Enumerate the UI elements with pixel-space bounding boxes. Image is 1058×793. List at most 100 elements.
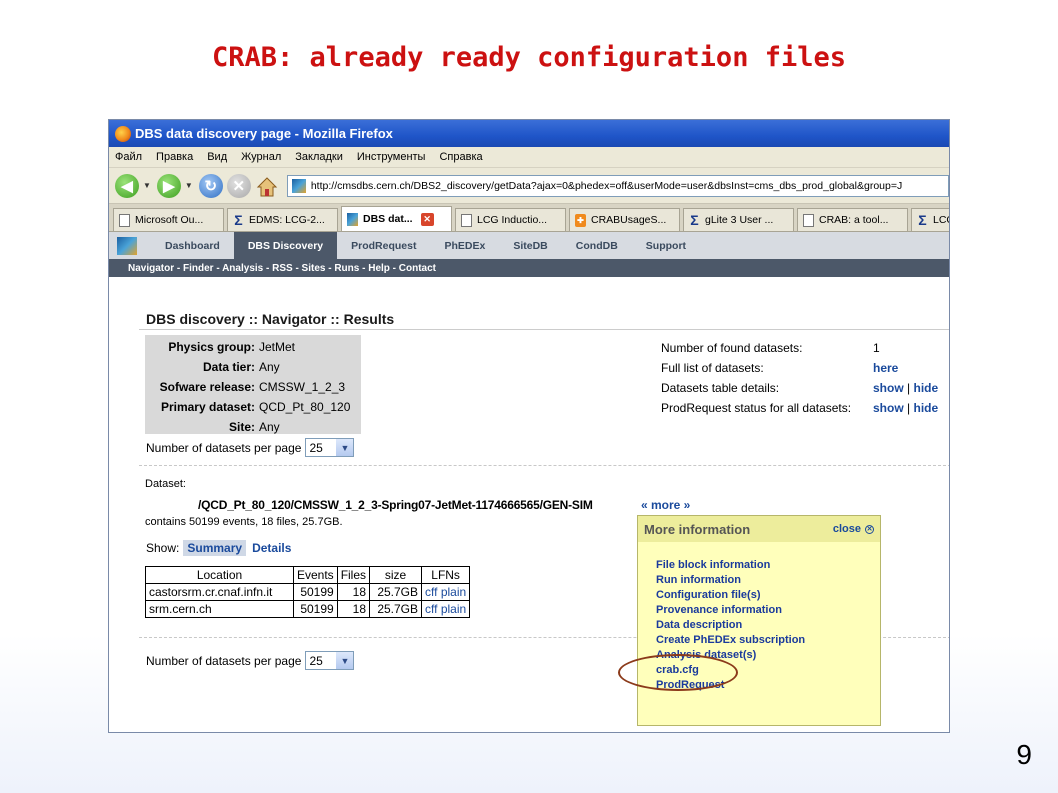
- param-label: Data tier:: [202, 360, 255, 374]
- sigma-icon: Σ: [234, 212, 243, 228]
- found-value: 1: [873, 341, 880, 355]
- nav-conddb[interactable]: CondDB: [562, 232, 632, 259]
- tab-label: EDMS: LCG-2...: [249, 214, 325, 226]
- per-page-value: 25: [309, 653, 323, 668]
- nav-phedex[interactable]: PhEDEx: [430, 232, 499, 259]
- per-page-select[interactable]: 25 ▼: [305, 651, 355, 670]
- slide-title: CRAB: already ready configuration files: [212, 42, 846, 73]
- close-icon[interactable]: ✕: [865, 524, 874, 534]
- summary-tab[interactable]: Summary: [183, 540, 247, 556]
- menu-bar: Файл Правка Вид Журнал Закладки Инструме…: [109, 147, 949, 168]
- per-page-label: Number of datasets per page: [146, 653, 302, 668]
- tab-glite[interactable]: ΣgLite 3 User ...: [683, 208, 794, 231]
- firefox-icon: [115, 125, 131, 142]
- menu-history[interactable]: Журнал: [241, 151, 281, 163]
- menu-item-file-block[interactable]: File block information: [656, 558, 805, 573]
- chevron-down-icon[interactable]: ▼: [336, 652, 354, 669]
- nav-dbs-discovery[interactable]: DBS Discovery: [233, 232, 338, 259]
- menu-item-prodrequest[interactable]: ProdRequest: [656, 678, 805, 693]
- forward-dropdown-icon[interactable]: ▼: [185, 181, 193, 190]
- param-label: Physics group:: [168, 340, 255, 354]
- tab-label: CRABUsageS...: [591, 214, 667, 226]
- nav-sitedb[interactable]: SiteDB: [499, 232, 561, 259]
- menu-item-provenance[interactable]: Provenance information: [656, 603, 805, 618]
- menu-item-crab-cfg[interactable]: crab.cfg: [656, 663, 805, 678]
- table-details-toggle: show | hide: [873, 381, 938, 395]
- close-tab-icon[interactable]: ✕: [420, 212, 434, 226]
- nav-support[interactable]: Support: [632, 232, 700, 259]
- per-page-select[interactable]: 25 ▼: [305, 438, 355, 457]
- location-cell: castorsrm.cr.cnaf.infn.it: [145, 583, 294, 601]
- nav-dashboard[interactable]: Dashboard: [151, 232, 234, 259]
- param-value: CMSSW_1_2_3: [259, 380, 346, 394]
- address-bar[interactable]: http://cmsdbs.cern.ch/DBS2_discovery/get…: [286, 174, 949, 197]
- popup-close-button[interactable]: close ✕: [833, 523, 874, 535]
- param-label: Primary dataset:: [160, 400, 255, 414]
- menu-item-phedex-subscription[interactable]: Create PhEDEx subscription: [656, 633, 805, 648]
- menu-tools[interactable]: Инструменты: [357, 151, 426, 163]
- dbs-icon: [347, 212, 358, 226]
- menu-file[interactable]: Файл: [115, 151, 142, 163]
- sub-navigation[interactable]: Navigator - Finder - Analysis - RSS - Si…: [109, 259, 949, 277]
- lfns-links[interactable]: cff plain: [421, 583, 471, 601]
- home-icon[interactable]: [255, 174, 279, 198]
- dataset-summary-text: contains 50199 events, 18 files, 25.7GB.: [145, 516, 343, 528]
- tab-crab-tool[interactable]: CRAB: a tool...: [797, 208, 908, 231]
- back-dropdown-icon[interactable]: ▼: [143, 181, 151, 190]
- menu-item-config-files[interactable]: Configuration file(s): [656, 588, 805, 603]
- tab-dbs-active[interactable]: DBS dat... ✕: [341, 206, 452, 231]
- hide-link[interactable]: hide: [913, 401, 938, 415]
- column-header: Files: [336, 566, 371, 584]
- lfns-links[interactable]: cff plain: [421, 600, 471, 618]
- locations-table: Location Events Files size LFNs castorsr…: [145, 566, 471, 618]
- menu-item-run-info[interactable]: Run information: [656, 573, 805, 588]
- menu-bookmarks[interactable]: Закладки: [295, 151, 343, 163]
- table-header-row: Location Events Files size LFNs: [145, 566, 471, 584]
- url-text: http://cmsdbs.cern.ch/DBS2_discovery/get…: [310, 179, 903, 192]
- back-arrow-icon[interactable]: ◀: [115, 173, 139, 198]
- tab-label: DBS dat...: [363, 213, 413, 225]
- more-link[interactable]: « more »: [641, 498, 690, 512]
- tab-lcg[interactable]: Σ LCG: [911, 208, 949, 231]
- window-title: DBS data discovery page - Mozilla Firefo…: [135, 126, 393, 141]
- menu-view[interactable]: Вид: [207, 151, 227, 163]
- popup-title: More information: [644, 521, 751, 537]
- dataset-name: /QCD_Pt_80_120/CMSSW_1_2_3-Spring07-JetM…: [198, 498, 593, 512]
- datasets-per-page-top: Number of datasets per page 25 ▼: [146, 438, 355, 457]
- table-row: srm.cern.ch 50199 18 25.7GB cff plain: [145, 600, 471, 618]
- param-value: Any: [259, 360, 280, 374]
- menu-item-analysis-datasets[interactable]: Analysis dataset(s): [656, 648, 805, 663]
- site-favicon-icon: [291, 178, 306, 193]
- tab-bar: Microsoft Ou... Σ EDMS: LCG-2... DBS dat.…: [109, 204, 949, 232]
- tab-edms[interactable]: Σ EDMS: LCG-2...: [227, 208, 338, 231]
- nav-prodrequest[interactable]: ProdRequest: [337, 232, 430, 259]
- location-cell: srm.cern.ch: [145, 600, 294, 618]
- details-tab[interactable]: Details: [252, 541, 291, 555]
- stop-icon[interactable]: ✕: [226, 173, 251, 198]
- full-list-link[interactable]: here: [873, 361, 898, 375]
- forward-arrow-icon[interactable]: ▶: [156, 173, 181, 198]
- tab-crab-usage[interactable]: ✚ CRABUsageS...: [569, 208, 680, 231]
- menu-item-data-description[interactable]: Data description: [656, 618, 805, 633]
- tab-label: LCG Inductio...: [477, 214, 548, 226]
- show-label: Show:: [146, 541, 180, 555]
- menu-help[interactable]: Справка: [439, 151, 482, 163]
- tab-lcg-induction[interactable]: LCG Inductio...: [455, 208, 566, 231]
- param-value: JetMet: [259, 340, 296, 354]
- page-title: DBS discovery :: Navigator :: Results: [146, 311, 395, 327]
- menu-edit[interactable]: Правка: [156, 151, 193, 163]
- tab-label: Microsoft Ou...: [135, 214, 204, 226]
- document-icon: [119, 213, 130, 227]
- tab-microsoft[interactable]: Microsoft Ou...: [113, 208, 224, 231]
- reload-icon[interactable]: ↻: [198, 173, 223, 198]
- per-page-value: 25: [309, 440, 323, 455]
- document-icon: [461, 213, 472, 227]
- param-value: QCD_Pt_80_120: [259, 400, 351, 414]
- hide-link[interactable]: hide: [913, 381, 938, 395]
- show-link[interactable]: show: [873, 401, 904, 415]
- chevron-down-icon[interactable]: ▼: [336, 439, 354, 456]
- document-icon: [803, 213, 814, 227]
- show-link[interactable]: show: [873, 381, 904, 395]
- column-header: Events: [293, 566, 338, 584]
- found-label: Number of found datasets:: [661, 341, 803, 355]
